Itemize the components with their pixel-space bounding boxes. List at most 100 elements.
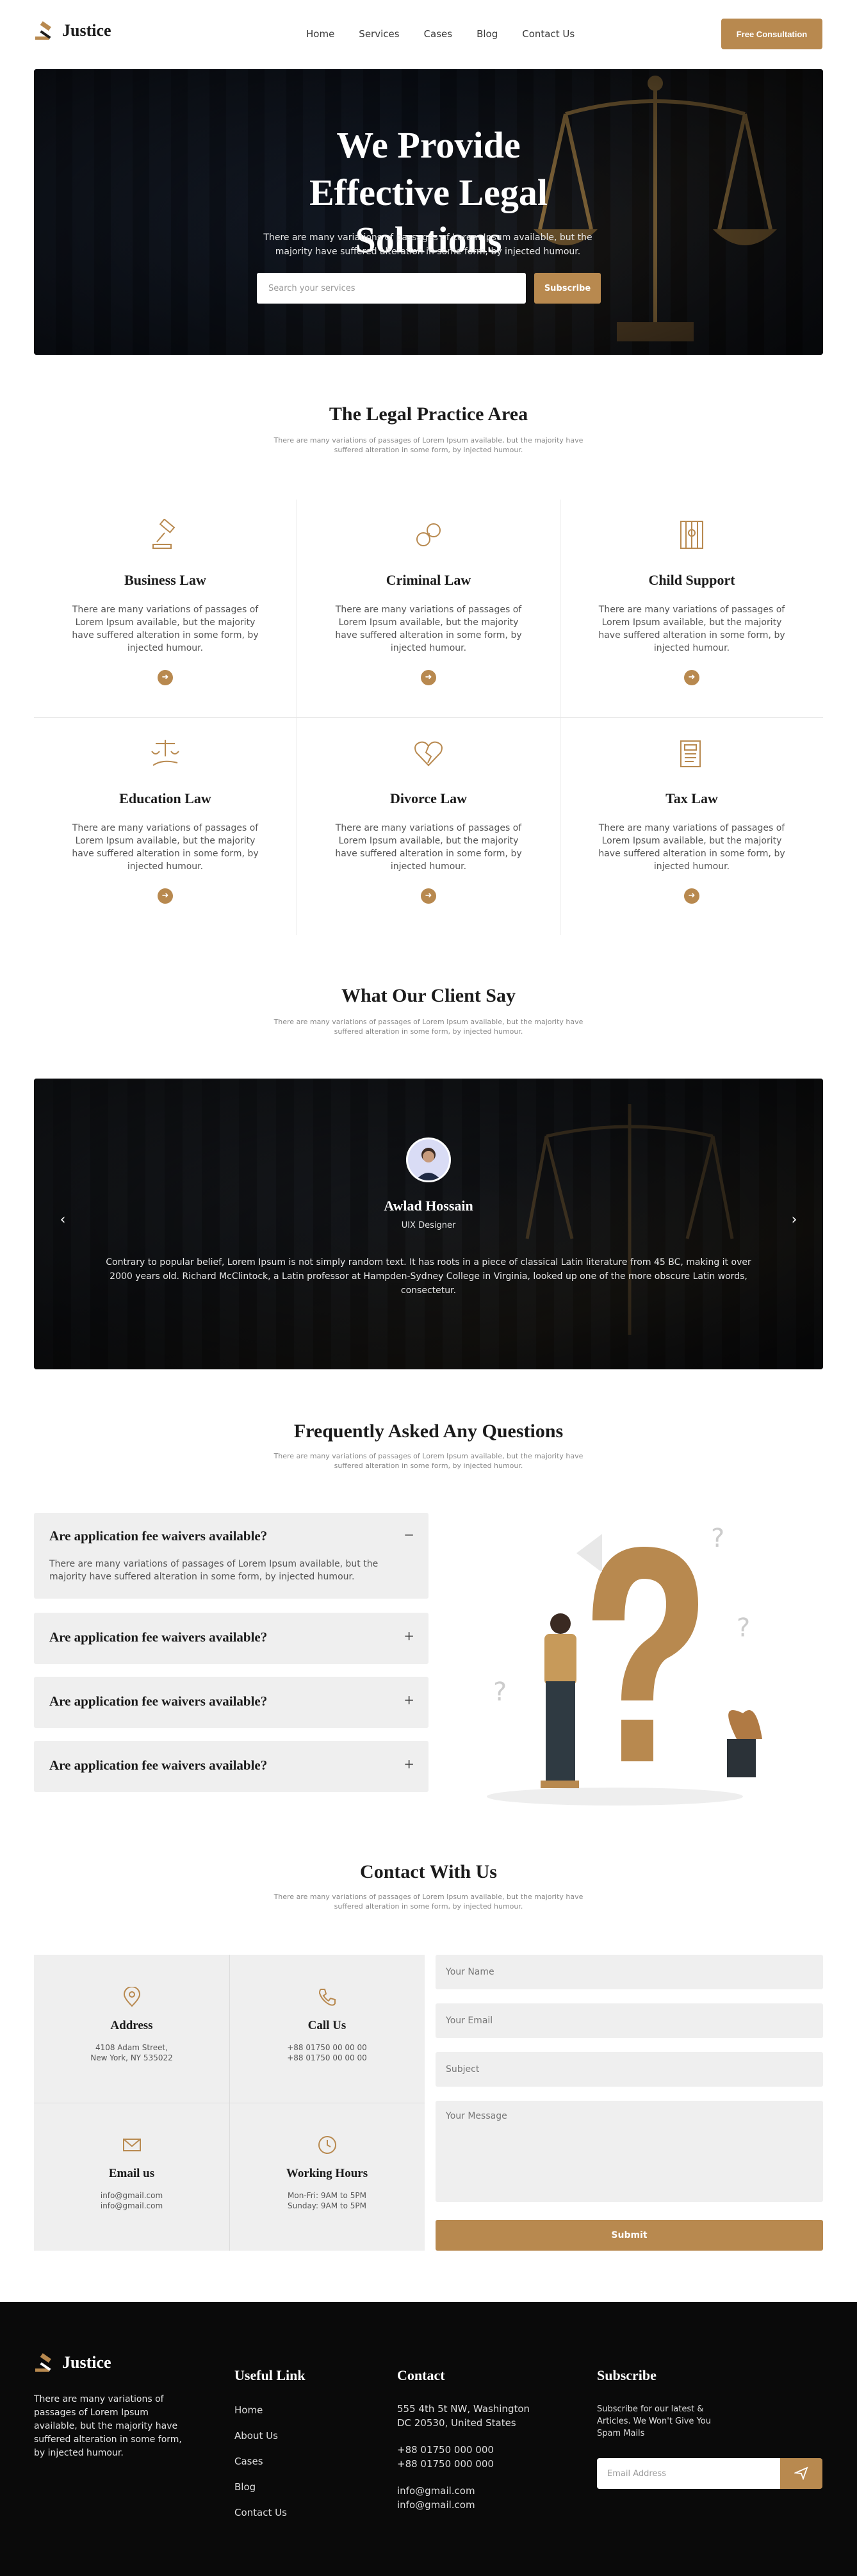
contact-box-title: Address bbox=[110, 2019, 153, 2032]
contact-title: Contact With Us bbox=[360, 1861, 497, 1882]
client-name: Awlad Hossain bbox=[384, 1198, 473, 1214]
footer-link-about[interactable]: About Us bbox=[234, 2430, 278, 2441]
phone-icon bbox=[318, 1989, 336, 2006]
practice-grid: Business Law There are many variations o… bbox=[34, 500, 823, 935]
contact-box-title: Call Us bbox=[307, 2019, 347, 2032]
minus-icon[interactable]: − bbox=[404, 1527, 414, 1542]
handcuffs-icon bbox=[416, 523, 441, 546]
gavel-logo-icon bbox=[35, 2353, 51, 2372]
svg-text:?: ? bbox=[711, 1524, 724, 1553]
contact-box-line: Mon-Fri: 9AM to 5PM bbox=[288, 2191, 366, 2200]
useful-links-title: Useful Link bbox=[234, 2367, 306, 2383]
faq-question: Are application fee waivers available? bbox=[49, 1757, 268, 1773]
hero-subscribe-button[interactable]: Subscribe bbox=[534, 273, 601, 304]
arrow-right-icon[interactable]: ➜ bbox=[684, 670, 699, 685]
gavel-logo-icon bbox=[35, 21, 51, 40]
footer-email[interactable]: info@gmail.com bbox=[397, 2484, 475, 2498]
page: Justice Home Services Cases Blog Contact… bbox=[0, 0, 857, 2576]
contact-address: Address 4108 Adam Street, New York, NY 5… bbox=[34, 1955, 229, 2103]
arrow-right-icon[interactable]: ➜ bbox=[684, 888, 699, 904]
jail-icon bbox=[680, 521, 703, 549]
faq-title: Frequently Asked Any Questions bbox=[293, 1421, 564, 1442]
faq-answer: There are many variations of passages of… bbox=[49, 1559, 379, 1582]
hero-banner: We Provide Effective Legal Solutions The… bbox=[34, 69, 823, 355]
faq-question: Are application fee waivers available? bbox=[49, 1629, 268, 1645]
question-mark-illustration: ???? bbox=[487, 1524, 762, 1806]
nav-contact[interactable]: Contact Us bbox=[522, 28, 575, 40]
envelope-icon bbox=[123, 2139, 141, 2151]
svg-text:?: ? bbox=[493, 1677, 507, 1707]
footer-link-blog[interactable]: Blog bbox=[234, 2481, 256, 2493]
practice-card-business-law: Business Law There are many variations o… bbox=[34, 500, 297, 717]
arrow-right-icon[interactable]: ➜ bbox=[158, 888, 173, 904]
free-consultation-button[interactable]: Free Consultation bbox=[721, 19, 822, 49]
practice-card-title: Divorce Law bbox=[390, 790, 467, 806]
contact-box-line: 4108 Adam Street, bbox=[95, 2043, 168, 2052]
practice-card-divorce-law: Divorce Law There are many variations of… bbox=[297, 718, 560, 936]
submit-button[interactable]: Submit bbox=[436, 2220, 823, 2251]
send-button[interactable] bbox=[780, 2458, 822, 2489]
footer-email[interactable]: info@gmail.com bbox=[397, 2498, 475, 2512]
faq-item-open[interactable]: Are application fee waivers available? −… bbox=[34, 1513, 428, 1599]
footer-link-home[interactable]: Home bbox=[234, 2404, 263, 2416]
contact-box-line: +88 01750 00 00 00 bbox=[287, 2043, 367, 2052]
practice-card-title: Business Law bbox=[124, 572, 206, 588]
client-avatar bbox=[406, 1137, 451, 1182]
faq-item[interactable]: Are application fee waivers available? + bbox=[34, 1613, 428, 1664]
hero-text: There are many variations of passages of… bbox=[263, 232, 592, 257]
practice-card-title: Criminal Law bbox=[386, 572, 471, 588]
footer-phone: +88 01750 000 000 bbox=[397, 2444, 494, 2456]
footer-brand-name: Justice bbox=[62, 2353, 111, 2372]
nav-home[interactable]: Home bbox=[306, 28, 334, 40]
footer-link-contact[interactable]: Contact Us bbox=[234, 2507, 287, 2518]
search-services-input[interactable] bbox=[257, 273, 526, 304]
client-role: UIX Designer bbox=[401, 1221, 456, 1230]
nav-services[interactable]: Services bbox=[359, 28, 399, 40]
nav-cases[interactable]: Cases bbox=[424, 28, 453, 40]
name-field[interactable] bbox=[436, 1955, 823, 1989]
faq-item[interactable]: Are application fee waivers available? + bbox=[34, 1677, 428, 1728]
newsletter-email-input[interactable] bbox=[597, 2458, 780, 2489]
practice-card-child-support: Child Support There are many variations … bbox=[560, 500, 823, 717]
broken-heart-icon bbox=[414, 741, 443, 767]
contact-box-line: New York, NY 535022 bbox=[90, 2053, 173, 2062]
brand-name: Justice bbox=[62, 21, 111, 40]
faq-item[interactable]: Are application fee waivers available? + bbox=[34, 1741, 428, 1792]
practice-card-education-law: Education Law There are many variations … bbox=[34, 718, 297, 936]
arrow-right-icon[interactable]: ➜ bbox=[421, 670, 436, 685]
practice-card-text: There are many variations of passages of… bbox=[598, 823, 785, 872]
subject-field[interactable] bbox=[436, 2052, 823, 2087]
plus-icon[interactable]: + bbox=[404, 1692, 414, 1708]
practice-card-text: There are many variations of passages of… bbox=[335, 823, 522, 872]
contact-box-line: +88 01750 00 00 00 bbox=[287, 2053, 367, 2062]
footer-phone: +88 01750 000 000 bbox=[397, 2458, 494, 2470]
arrow-right-icon[interactable]: ➜ bbox=[421, 888, 436, 904]
footer-link-cases[interactable]: Cases bbox=[234, 2456, 263, 2467]
arrow-right-icon[interactable]: ➜ bbox=[158, 670, 173, 685]
message-field[interactable] bbox=[436, 2101, 823, 2202]
contact-info-panel: Address 4108 Adam Street, New York, NY 5… bbox=[34, 1955, 425, 2251]
footer-description: There are many variations of passages of… bbox=[34, 2394, 182, 2458]
faq-subtitle: There are many variations of passages of… bbox=[273, 1452, 584, 1470]
site-footer: Justice There are many variations of pas… bbox=[0, 2302, 857, 2576]
brand-logo[interactable]: Justice bbox=[34, 21, 111, 40]
contact-box-line: Sunday: 9AM to 5PM bbox=[288, 2201, 366, 2210]
footer-contact-title: Contact bbox=[397, 2367, 445, 2383]
faq-question: Are application fee waivers available? bbox=[49, 1693, 268, 1709]
contact-email: Email us info@gmail.com info@gmail.com bbox=[34, 2103, 229, 2251]
practice-card-title: Child Support bbox=[648, 572, 735, 588]
practice-card-text: There are many variations of passages of… bbox=[72, 823, 259, 872]
practice-card-criminal-law: Criminal Law There are many variations o… bbox=[297, 500, 560, 717]
plus-icon[interactable]: + bbox=[404, 1756, 414, 1772]
email-field[interactable] bbox=[436, 2003, 823, 2038]
chevron-left-icon[interactable]: ‹ bbox=[53, 1211, 72, 1230]
nav-blog[interactable]: Blog bbox=[477, 28, 498, 40]
footer-logo[interactable]: Justice bbox=[34, 2353, 111, 2372]
contact-box-line: info@gmail.com bbox=[100, 2191, 163, 2200]
scales-hand-icon bbox=[151, 740, 179, 766]
chevron-right-icon[interactable]: › bbox=[785, 1211, 804, 1230]
practice-card-title: Education Law bbox=[119, 790, 211, 806]
plus-icon[interactable]: + bbox=[404, 1628, 414, 1643]
practice-card-text: There are many variations of passages of… bbox=[335, 605, 522, 653]
location-pin-icon bbox=[123, 1987, 141, 2007]
